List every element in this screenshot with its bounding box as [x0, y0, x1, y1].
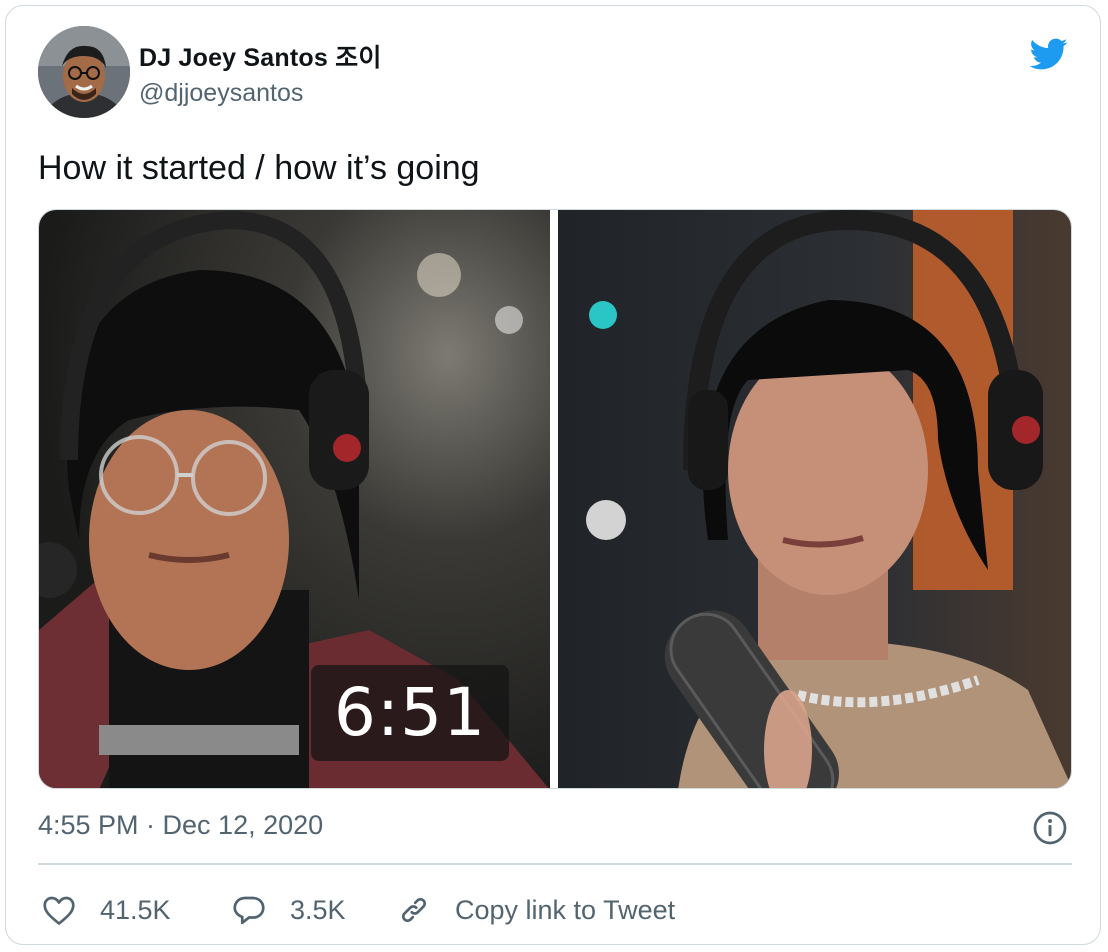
avatar-image — [38, 26, 130, 118]
tweet-text: How it started / how it’s going — [38, 149, 480, 187]
reply-bubble-icon — [233, 896, 265, 925]
tweet-card: DJ Joey Santos 조이 @djjoeysantos How it s… — [5, 5, 1101, 945]
user-handle[interactable]: @djjoeysantos — [139, 79, 303, 108]
tweet-media[interactable]: 6:51 — [38, 209, 1072, 789]
copy-link-label: Copy link to Tweet — [455, 894, 676, 925]
reply-count: 3.5K — [290, 894, 346, 925]
copy-link-button[interactable]: Copy link to Tweet — [395, 890, 675, 930]
reply-button[interactable]: 3.5K — [230, 890, 346, 930]
link-icon — [401, 897, 427, 923]
heart-icon — [43, 896, 75, 925]
avatar[interactable] — [38, 26, 130, 118]
twitter-bird-icon[interactable] — [1024, 34, 1072, 74]
like-button[interactable]: 41.5K — [40, 890, 171, 930]
display-name[interactable]: DJ Joey Santos 조이 — [139, 38, 382, 74]
video-duration-badge: 6:51 — [311, 665, 509, 761]
info-icon[interactable] — [1032, 810, 1068, 846]
tweet-timestamp[interactable]: 4:55 PM · Dec 12, 2020 — [38, 810, 323, 841]
divider — [38, 863, 1072, 865]
like-count: 41.5K — [100, 894, 171, 925]
how-its-going-photo[interactable] — [558, 210, 1072, 789]
